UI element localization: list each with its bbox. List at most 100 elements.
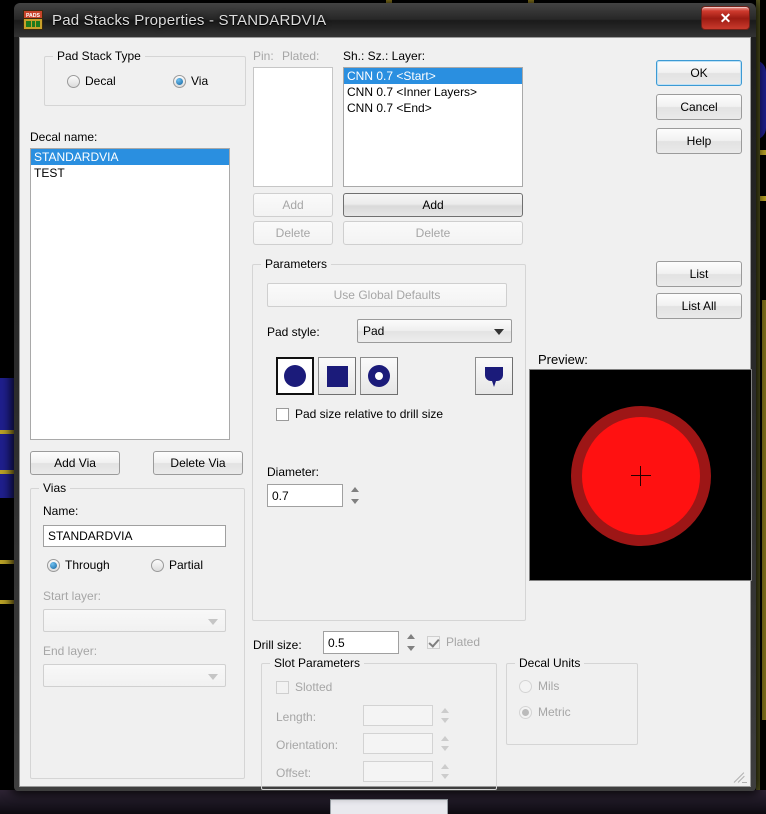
slot-parameters-label: Slot Parameters <box>270 656 365 670</box>
help-button[interactable]: Help <box>656 128 742 154</box>
shape-square-button[interactable] <box>318 357 356 395</box>
chevron-down-icon <box>208 673 218 680</box>
slot-offset-label: Offset: <box>276 766 312 780</box>
add-via-button[interactable]: Add Via <box>30 451 120 475</box>
spinner-up-icon <box>441 736 449 741</box>
start-layer-label: Start layer: <box>43 589 102 603</box>
drill-size-label: Drill size: <box>253 638 302 652</box>
start-layer-combo[interactable] <box>43 609 226 632</box>
radio-mils <box>519 680 532 693</box>
slot-parameters-group: Slot Parameters Slotted Length: Orientat… <box>261 656 497 790</box>
shape-round-button[interactable] <box>276 357 314 395</box>
window-title: Pad Stacks Properties - STANDARDVIA <box>52 11 327 29</box>
delete-via-button[interactable]: Delete Via <box>153 451 243 475</box>
pad-stacks-properties-dialog: PADS Pad Stacks Properties - STANDARDVIA… <box>14 3 756 791</box>
radio-through[interactable] <box>47 559 60 572</box>
radio-decal[interactable] <box>67 75 80 88</box>
radio-mils-label: Mils <box>538 679 560 693</box>
dialog-client-area: Pad Stack Type Decal Via Decal name: STA… <box>19 37 752 790</box>
preview-pad <box>582 417 700 535</box>
end-layer-combo[interactable] <box>43 664 226 687</box>
spinner-up-icon[interactable] <box>407 634 415 639</box>
pcb-trace <box>0 560 14 564</box>
layers-column-label: Sh.: Sz.: Layer: <box>343 49 426 63</box>
pad-stack-type-group: Pad Stack Type Decal Via <box>44 49 246 106</box>
diameter-label: Diameter: <box>267 465 320 479</box>
list-button[interactable]: List <box>656 261 742 287</box>
pcb-trace <box>756 0 760 814</box>
pin-delete-button: Delete <box>253 221 333 245</box>
list-all-button[interactable]: List All <box>656 293 742 319</box>
pcb-trace <box>0 430 14 434</box>
decal-units-label: Decal Units <box>515 656 585 670</box>
decal-units-group: Decal Units Mils Metric <box>506 656 638 745</box>
preview-label: Preview: <box>538 352 588 367</box>
close-icon[interactable]: ✕ <box>701 6 750 30</box>
radio-via[interactable] <box>173 75 186 88</box>
annular-pad-icon <box>368 365 390 387</box>
taskbar-button[interactable] <box>330 799 448 814</box>
spinner-up-icon <box>441 708 449 713</box>
chevron-down-icon <box>494 329 504 335</box>
parameters-group-label: Parameters <box>261 257 332 271</box>
slot-offset-spinner <box>439 761 452 782</box>
spinner-down-icon[interactable] <box>351 499 359 504</box>
pad-style-label: Pad style: <box>267 325 320 339</box>
shape-custom-button[interactable] <box>475 357 513 395</box>
plated-checkbox <box>427 636 440 649</box>
radio-partial[interactable] <box>151 559 164 572</box>
list-item[interactable]: CNN 0.7 <Start> <box>344 68 522 84</box>
list-item[interactable]: CNN 0.7 <Inner Layers> <box>344 84 522 100</box>
ok-button[interactable]: OK <box>656 60 742 86</box>
via-name-label: Name: <box>43 504 79 518</box>
use-global-defaults-button: Use Global Defaults <box>267 283 507 307</box>
cancel-button[interactable]: Cancel <box>656 94 742 120</box>
decal-name-listbox[interactable]: STANDARDVIA TEST <box>30 148 230 440</box>
layer-add-button[interactable]: Add <box>343 193 523 217</box>
list-item[interactable]: STANDARDVIA <box>31 149 229 165</box>
radio-through-label: Through <box>65 558 110 572</box>
list-item[interactable]: TEST <box>31 165 229 181</box>
title-bar[interactable]: PADS Pad Stacks Properties - STANDARDVIA… <box>14 3 756 37</box>
list-item[interactable]: CNN 0.7 <End> <box>344 100 522 116</box>
spinner-up-icon[interactable] <box>351 487 359 492</box>
pcb-trace <box>0 470 14 474</box>
via-name-input[interactable]: STANDARDVIA <box>43 525 226 547</box>
square-pad-icon <box>326 365 348 387</box>
layers-listbox[interactable]: CNN 0.7 <Start> CNN 0.7 <Inner Layers> C… <box>343 67 523 187</box>
slot-length-input <box>363 705 433 726</box>
pins-listbox[interactable] <box>253 67 333 187</box>
pad-preview <box>529 369 752 581</box>
diameter-spinner[interactable] <box>349 484 362 507</box>
pad-size-relative-checkbox[interactable] <box>276 408 289 421</box>
round-pad-icon <box>284 365 306 387</box>
diameter-input[interactable]: 0.7 <box>267 484 343 507</box>
plated-column-label: Plated: <box>282 49 320 63</box>
slot-length-spinner <box>439 705 452 726</box>
spinner-down-icon[interactable] <box>407 646 415 651</box>
resize-grip[interactable] <box>733 770 748 784</box>
shape-annular-button[interactable] <box>360 357 398 395</box>
decal-name-label: Decal name: <box>30 130 98 144</box>
pad-style-combo[interactable]: Pad <box>357 319 512 343</box>
pcb-trace <box>762 300 766 720</box>
slot-offset-input <box>363 761 433 782</box>
radio-via-label: Via <box>191 74 209 88</box>
slotted-checkbox <box>276 681 289 694</box>
spinner-down-icon <box>441 718 449 723</box>
drill-size-input[interactable]: 0.5 <box>323 631 399 654</box>
drill-size-spinner[interactable] <box>405 631 418 654</box>
pin-column-label: Pin: <box>253 49 274 63</box>
custom-pad-icon <box>485 367 503 387</box>
plated-label: Plated <box>446 635 481 649</box>
slotted-label: Slotted <box>295 680 333 694</box>
vias-group: Vias Name: STANDARDVIA Through Partial S… <box>30 481 245 779</box>
spinner-down-icon <box>441 774 449 779</box>
radio-partial-label: Partial <box>169 558 204 572</box>
slot-orientation-spinner <box>439 733 452 754</box>
pads-app-icon: PADS <box>23 10 43 30</box>
pin-add-button: Add <box>253 193 333 217</box>
layer-delete-button: Delete <box>343 221 523 245</box>
pcb-trace <box>0 600 14 604</box>
radio-metric-label: Metric <box>538 705 571 719</box>
